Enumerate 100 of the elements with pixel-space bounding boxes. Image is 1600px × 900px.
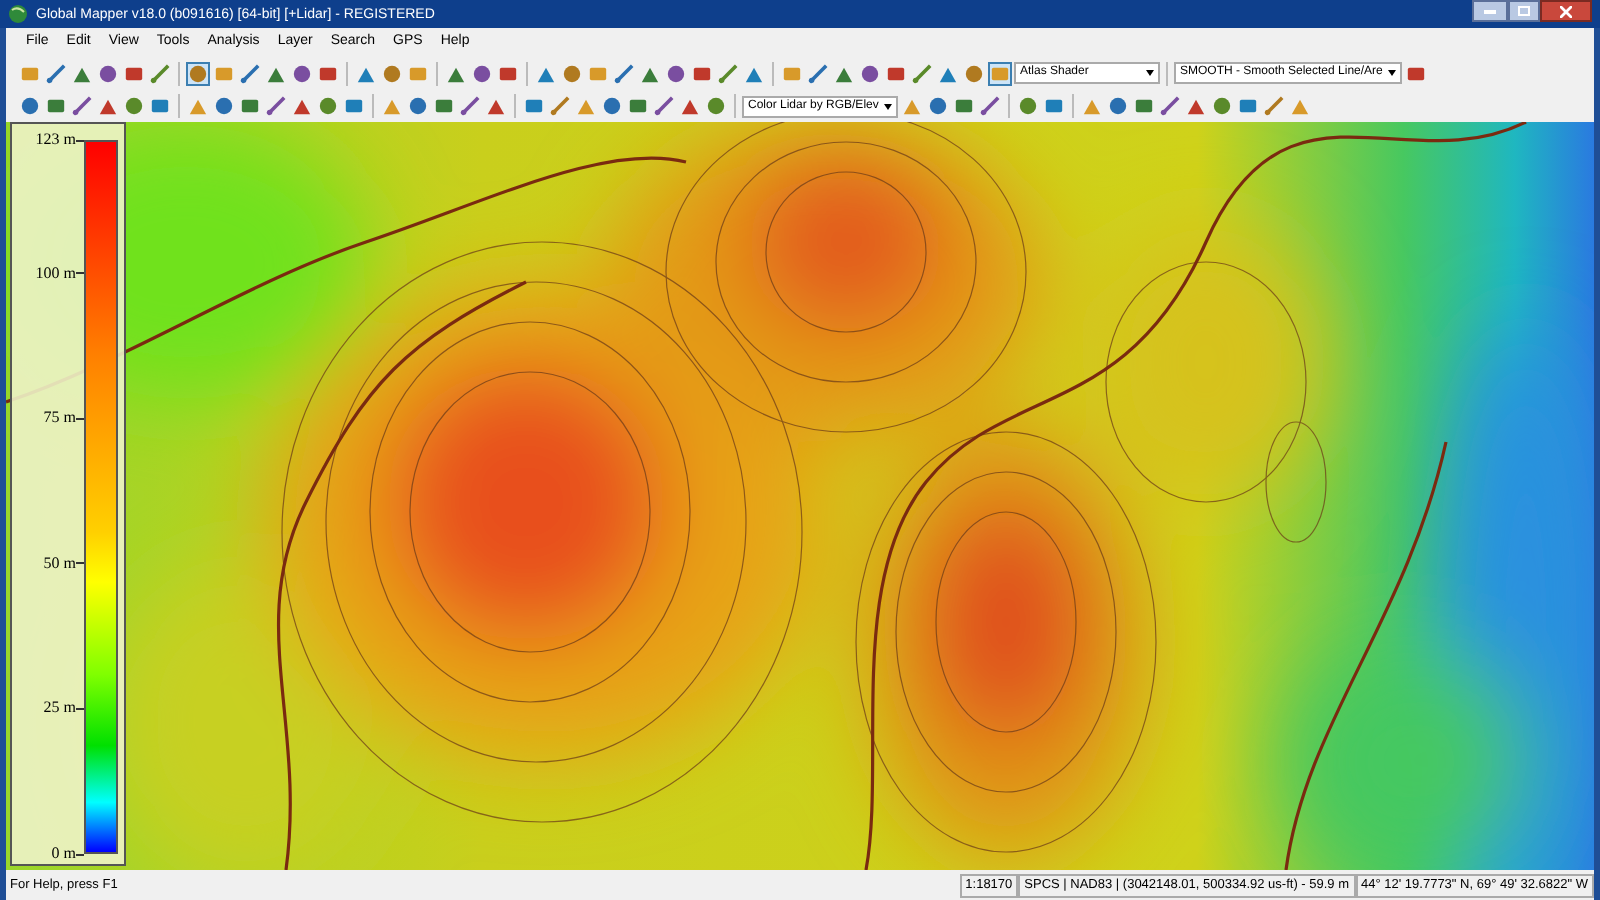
legend-tick-label: 100 m — [35, 263, 76, 284]
toolbar-square-icon — [344, 96, 364, 116]
toolbar-triangle-icon — [744, 63, 764, 83]
toolbar-circle-icon — [706, 96, 726, 116]
toolbar-pen-icon — [550, 96, 570, 116]
toolbar-square-icon — [1044, 96, 1065, 116]
toolbar-button[interactable] — [988, 61, 1012, 85]
toolbar-square-icon — [498, 63, 518, 83]
toolbar-square-icon — [150, 96, 170, 116]
toolbar-circle-icon — [124, 96, 144, 116]
toolbar-button[interactable] — [458, 94, 482, 118]
toolbar-button[interactable] — [978, 94, 1003, 118]
toolbar-button[interactable] — [626, 94, 650, 118]
toolbar-circle-icon — [1212, 96, 1233, 116]
toolbar-square-icon — [1238, 96, 1259, 116]
globe-icon — [8, 4, 28, 24]
toolbar-square-icon — [524, 96, 544, 116]
toolbar-button[interactable] — [560, 61, 584, 85]
legend-tick-label: 0 m — [51, 844, 76, 864]
toolbar-button[interactable] — [122, 94, 146, 118]
toolbar-circle-icon — [292, 63, 312, 83]
toolbar-pen-icon — [614, 63, 634, 83]
toolbar-triangle-icon — [1082, 96, 1103, 116]
toolbar-button[interactable] — [652, 94, 676, 118]
toolbar-button[interactable] — [148, 61, 172, 85]
toolbar-button[interactable] — [1106, 94, 1131, 118]
toolbar-square-icon — [434, 96, 454, 116]
legend-tick-label: 75 m — [43, 408, 76, 429]
toolbar-pen-icon — [266, 96, 286, 116]
toolbar-button[interactable] — [1016, 94, 1041, 118]
toolbar-pen-icon — [912, 63, 932, 83]
toolbar-button[interactable] — [612, 61, 636, 85]
toolbar-circle-icon — [666, 63, 686, 83]
toolbar-button[interactable] — [96, 61, 120, 85]
toolbar-circle-icon — [20, 96, 40, 116]
legend-tick-label: 50 m — [43, 553, 76, 574]
toolbar-button[interactable] — [316, 94, 340, 118]
toolbar-button[interactable] — [70, 94, 94, 118]
toolbar-button[interactable] — [264, 94, 288, 118]
toolbar-circle-icon — [928, 96, 949, 116]
toolbar-pen-icon — [150, 63, 170, 83]
toolbar-button[interactable] — [44, 94, 68, 118]
toolbar-button[interactable] — [342, 94, 366, 118]
toolbar-button[interactable] — [716, 61, 740, 85]
toolbar-triangle-icon — [902, 96, 923, 116]
toolbar-button[interactable] — [290, 61, 314, 85]
toolbar-button[interactable] — [910, 61, 934, 85]
toolbar-button[interactable] — [664, 61, 688, 85]
toolbar-button[interactable] — [238, 94, 262, 118]
toolbar-button[interactable] — [962, 61, 986, 85]
toolbar-button[interactable] — [432, 94, 456, 118]
toolbar-button[interactable] — [380, 61, 404, 85]
toolbar-circle-icon — [602, 96, 622, 116]
toolbar-button[interactable] — [470, 61, 494, 85]
toolbar-square-icon — [990, 63, 1010, 83]
toolbar-square-icon — [1406, 63, 1427, 83]
toolbar-button[interactable] — [858, 61, 882, 85]
toolbar-button[interactable] — [600, 94, 624, 118]
toolbar-button[interactable] — [1262, 94, 1287, 118]
toolbar-triangle-icon — [1290, 96, 1311, 116]
maximize-button[interactable] — [1508, 0, 1540, 22]
toolbar-button[interactable] — [1236, 94, 1261, 118]
toolbar-button[interactable] — [212, 94, 236, 118]
toolbar-button[interactable] — [926, 94, 951, 118]
toolbar-square-icon — [782, 63, 802, 83]
toolbar-triangle-icon — [834, 63, 854, 83]
toolbar-button[interactable] — [18, 94, 42, 118]
toolbar-circle-icon — [964, 63, 984, 83]
toolbar-square-icon — [240, 96, 260, 116]
toolbar-button[interactable] — [44, 61, 68, 85]
toolbar-circle-icon — [98, 63, 118, 83]
toolbar-button[interactable] — [186, 61, 210, 85]
toolbar-square-icon — [20, 63, 40, 83]
toolbar-button[interactable] — [1158, 94, 1183, 118]
toolbar-button[interactable] — [548, 94, 572, 118]
toolbar-square-icon — [954, 96, 975, 116]
toolbar-circle-icon — [562, 63, 582, 83]
toolbar-button[interactable] — [1210, 94, 1235, 118]
toolbar-square-icon — [408, 63, 428, 83]
toolbar-pen-icon — [46, 63, 66, 83]
toolbar-button[interactable] — [238, 61, 262, 85]
toolbar-circle-icon — [472, 63, 492, 83]
toolbar-button[interactable] — [704, 94, 728, 118]
toolbar-button[interactable] — [806, 61, 830, 85]
toolbar-button[interactable] — [1132, 94, 1157, 118]
toolbar-circle-icon — [188, 63, 208, 83]
toolbar-triangle-icon — [188, 96, 208, 116]
toolbar-square-icon — [124, 63, 144, 83]
legend-tick-label: 123 m — [35, 130, 76, 150]
minimize-button[interactable] — [1472, 0, 1508, 22]
toolbar-pen-icon — [460, 96, 480, 116]
legend-tick-label: 25 m — [43, 698, 76, 719]
toolbar-button[interactable] — [952, 94, 977, 118]
toolbar-circle-icon — [382, 63, 402, 83]
toolbar-button[interactable] — [522, 94, 546, 118]
close-button[interactable] — [1540, 0, 1592, 22]
toolbar-button[interactable] — [1042, 94, 1067, 118]
toolbar-button[interactable] — [406, 94, 430, 118]
minimize-icon — [1484, 9, 1496, 13]
toolbar-button[interactable] — [148, 94, 172, 118]
